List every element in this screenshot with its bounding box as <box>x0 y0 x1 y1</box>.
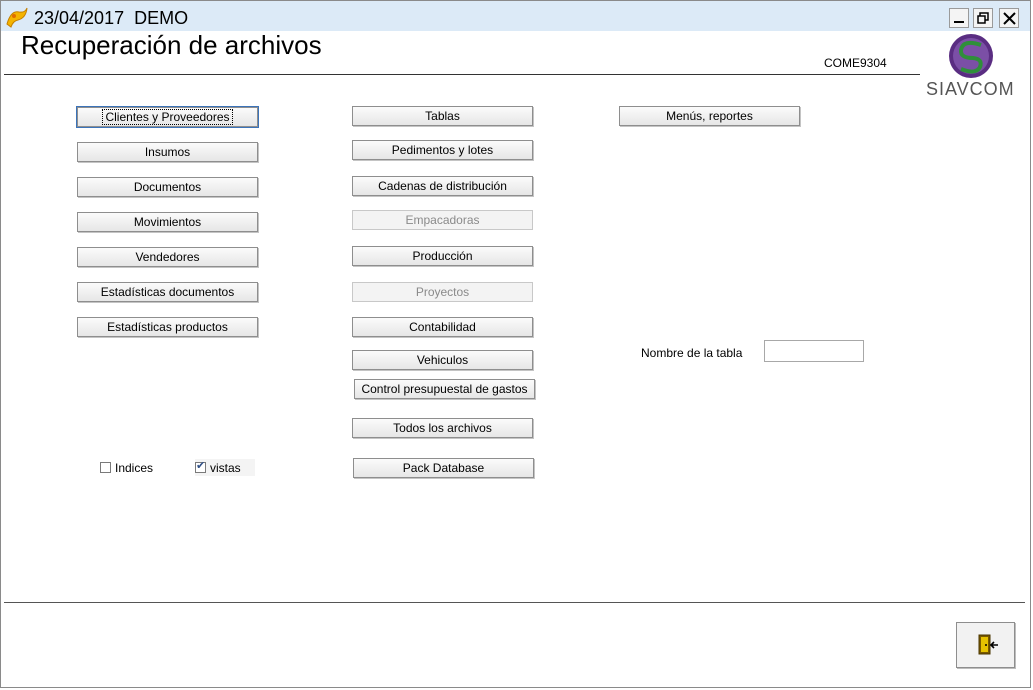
empacadoras-button: Empacadoras <box>352 210 533 230</box>
todos-los-archivos-button-label: Todos los archivos <box>393 421 492 435</box>
exit-door-icon <box>978 634 998 655</box>
title-bar: 23/04/2017 DEMO <box>1 1 1030 31</box>
restore-icon <box>977 12 989 24</box>
control-presupuestal-de-gastos-button[interactable]: Control presupuestal de gastos <box>354 379 535 399</box>
proyectos-button-label: Proyectos <box>415 285 470 299</box>
table-name-input[interactable] <box>764 340 864 362</box>
estadisticas-documentos-button-label: Estadísticas documentos <box>100 285 235 299</box>
form-code: COME9304 <box>824 56 887 70</box>
contabilidad-button-label: Contabilidad <box>409 320 476 334</box>
produccion-button-label: Producción <box>412 249 473 263</box>
close-button[interactable] <box>999 8 1019 28</box>
minimize-button[interactable] <box>949 8 969 28</box>
documentos-button[interactable]: Documentos <box>77 177 258 197</box>
insumos-button[interactable]: Insumos <box>77 142 258 162</box>
tablas-button-label: Tablas <box>425 109 460 123</box>
table-name-label: Nombre de la tabla <box>641 346 743 360</box>
vistas-checkbox-label: vistas <box>210 460 241 475</box>
vistas-checkbox[interactable]: ✔ vistas <box>195 459 255 476</box>
produccion-button[interactable]: Producción <box>352 246 533 266</box>
cadenas-de-distribucion-button-label: Cadenas de distribución <box>378 179 507 193</box>
pedimentos-y-lotes-button-label: Pedimentos y lotes <box>391 143 494 157</box>
proyectos-button: Proyectos <box>352 282 533 302</box>
estadisticas-productos-button-label: Estadísticas productos <box>107 320 228 334</box>
header-divider <box>4 74 920 75</box>
tablas-button[interactable]: Tablas <box>352 106 533 126</box>
window-title: 23/04/2017 DEMO <box>34 8 189 28</box>
indices-checkbox[interactable]: Indices <box>100 459 153 476</box>
contabilidad-button[interactable]: Contabilidad <box>352 317 533 337</box>
estadisticas-productos-button[interactable]: Estadísticas productos <box>77 317 258 337</box>
pack-database-button[interactable]: Pack Database <box>353 458 534 478</box>
control-presupuestal-de-gastos-button-label: Control presupuestal de gastos <box>361 382 528 396</box>
page-title: Recuperación de archivos <box>21 30 322 60</box>
vendedores-button[interactable]: Vendedores <box>77 247 258 267</box>
indices-checkbox-box[interactable] <box>100 462 111 473</box>
menus-reportes-button-label: Menús, reportes <box>666 109 753 123</box>
exit-button[interactable] <box>956 622 1015 668</box>
todos-los-archivos-button[interactable]: Todos los archivos <box>352 418 533 438</box>
movimientos-button-label: Movimientos <box>133 215 202 229</box>
pedimentos-y-lotes-button[interactable]: Pedimentos y lotes <box>352 140 533 160</box>
movimientos-button[interactable]: Movimientos <box>77 212 258 232</box>
app-logo-icon <box>6 7 28 28</box>
clientes-y-proveedores-button[interactable]: Clientes y Proveedores <box>77 107 258 127</box>
vehiculos-button[interactable]: Vehiculos <box>352 350 533 370</box>
logo-text: SIAVCOM <box>926 79 1015 99</box>
vehiculos-button-label: Vehiculos <box>416 353 469 367</box>
indices-checkbox-label: Indices <box>115 460 154 475</box>
empacadoras-button-label: Empacadoras <box>405 213 480 227</box>
insumos-button-label: Insumos <box>144 145 191 159</box>
vistas-checkbox-box[interactable]: ✔ <box>195 460 206 473</box>
cadenas-de-distribucion-button[interactable]: Cadenas de distribución <box>352 176 533 196</box>
documentos-button-label: Documentos <box>133 180 202 194</box>
close-icon <box>1002 11 1016 25</box>
estadisticas-documentos-button[interactable]: Estadísticas documentos <box>77 282 258 302</box>
menus-reportes-button[interactable]: Menús, reportes <box>619 106 800 126</box>
clientes-y-proveedores-button-label: Clientes y Proveedores <box>102 109 233 125</box>
check-icon: ✔ <box>196 460 206 472</box>
application-window: 23/04/2017 DEMO Recuperación de archivos… <box>0 0 1031 688</box>
footer-divider <box>4 602 1025 603</box>
restore-button[interactable] <box>973 8 993 28</box>
vendedores-button-label: Vendedores <box>135 250 200 264</box>
pack-database-button-label: Pack Database <box>402 461 485 475</box>
minimize-icon <box>954 21 964 23</box>
